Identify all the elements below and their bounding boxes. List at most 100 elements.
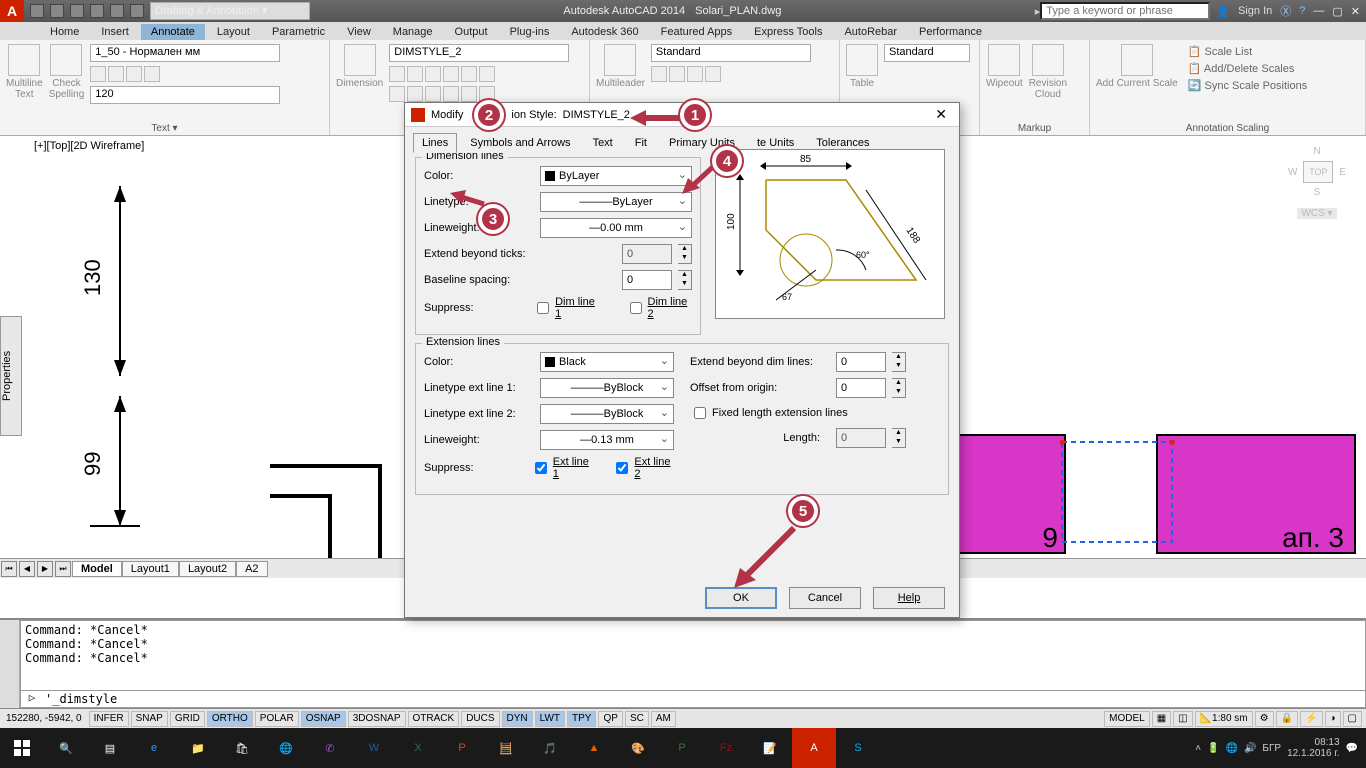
filezilla-icon[interactable]: Fz: [704, 728, 748, 768]
dim-diameter-icon[interactable]: [479, 66, 495, 82]
dim-linear-icon[interactable]: [389, 66, 405, 82]
clean-screen-icon[interactable]: ▢: [1343, 711, 1362, 727]
edge-icon[interactable]: e: [132, 728, 176, 768]
ribbon-tab-annotate[interactable]: Annotate: [141, 24, 205, 40]
maximize-icon[interactable]: ▢: [1332, 5, 1342, 18]
hardware-accel-icon[interactable]: ⚡: [1300, 711, 1322, 727]
dim-aligned-icon[interactable]: [407, 66, 423, 82]
search-icon[interactable]: 🔍: [44, 728, 88, 768]
notes-icon[interactable]: 📝: [748, 728, 792, 768]
store-icon[interactable]: 🛍: [220, 728, 264, 768]
dialog-tab-text[interactable]: Text: [584, 133, 622, 153]
dimline-linetype-dropdown[interactable]: ——— ByLayer: [540, 192, 692, 212]
scale-icon[interactable]: [126, 66, 142, 82]
layout-tab-model[interactable]: Model: [72, 561, 122, 577]
cmd-handle[interactable]: [0, 620, 20, 708]
justify-icon[interactable]: [108, 66, 124, 82]
dimline-baseline-spinner[interactable]: ▲▼: [678, 270, 692, 290]
layout-last-icon[interactable]: ⏭: [55, 561, 71, 577]
ribbon-tab-layout[interactable]: Layout: [207, 24, 260, 40]
dimline-baseline-input[interactable]: [622, 270, 672, 290]
ribbon-tab-autodesk-360[interactable]: Autodesk 360: [561, 24, 648, 40]
qat-open-icon[interactable]: [50, 4, 64, 18]
isolate-icon[interactable]: ◑: [1325, 711, 1341, 727]
minimize-icon[interactable]: —: [1313, 5, 1324, 17]
fixed-length-input[interactable]: [836, 428, 886, 448]
status-toggle-osnap[interactable]: OSNAP: [301, 711, 346, 727]
qat-undo-icon[interactable]: [110, 4, 124, 18]
sync-scale-link[interactable]: 🔄 Sync Scale Positions: [1184, 78, 1311, 93]
paint-icon[interactable]: 🎨: [616, 728, 660, 768]
layout-tab-layout2[interactable]: Layout2: [179, 561, 236, 577]
lock-ui-icon[interactable]: 🔒: [1276, 711, 1298, 727]
dim-ordinate-icon[interactable]: [425, 86, 441, 102]
close-icon[interactable]: ✕: [1351, 5, 1360, 18]
layout-tab-a2[interactable]: A2: [236, 561, 267, 577]
field-icon[interactable]: [144, 66, 160, 82]
ribbon-tab-performance[interactable]: Performance: [909, 24, 992, 40]
tray-battery-icon[interactable]: 🔋: [1207, 743, 1219, 754]
extline2-linetype-dropdown[interactable]: ——— ByBlock: [540, 404, 674, 424]
vlc-icon[interactable]: ▲: [572, 728, 616, 768]
dimension-button[interactable]: Dimension: [336, 44, 383, 102]
extend-beyond-input[interactable]: [836, 352, 886, 372]
dimline-color-dropdown[interactable]: ByLayer: [540, 166, 692, 186]
ribbon-tab-view[interactable]: View: [337, 24, 381, 40]
dim-baseline-icon[interactable]: [407, 86, 423, 102]
excel-icon[interactable]: X: [396, 728, 440, 768]
quickview-icon[interactable]: ◫: [1173, 711, 1192, 727]
app-menu-icon[interactable]: A: [0, 0, 24, 22]
dim-continue-icon[interactable]: [389, 86, 405, 102]
ribbon-tab-autorebar[interactable]: AutoRebar: [834, 24, 907, 40]
qat-redo-icon[interactable]: [130, 4, 144, 18]
help-icon[interactable]: ?: [1299, 5, 1305, 17]
dim-radius-icon[interactable]: [461, 66, 477, 82]
table-style-dropdown[interactable]: Standard: [884, 44, 970, 62]
revcloud-button[interactable]: Revision Cloud: [1029, 44, 1067, 100]
layout-next-icon[interactable]: ▶: [37, 561, 53, 577]
dim-arc-icon[interactable]: [443, 66, 459, 82]
media-icon[interactable]: 🎵: [528, 728, 572, 768]
layout-first-icon[interactable]: ⏮: [1, 561, 17, 577]
extline-lineweight-dropdown[interactable]: — 0.13 mm: [540, 430, 674, 450]
status-toggle-polar[interactable]: POLAR: [255, 711, 299, 727]
find-icon[interactable]: [90, 66, 106, 82]
suppress-dimline2-checkbox[interactable]: Dim line 2: [626, 296, 692, 320]
add-scale-button[interactable]: Add Current Scale: [1096, 44, 1178, 93]
ribbon-tab-express-tools[interactable]: Express Tools: [744, 24, 832, 40]
exchange-icon[interactable]: Ⓧ: [1280, 3, 1291, 19]
status-toggle-am[interactable]: AM: [651, 711, 676, 727]
status-toggle-sc[interactable]: SC: [625, 711, 649, 727]
extend-beyond-spinner[interactable]: ▲▼: [892, 352, 906, 372]
qat-plot-icon[interactable]: [90, 4, 104, 18]
suppress-extline2-checkbox[interactable]: Ext line 2: [612, 456, 674, 480]
qat-save-icon[interactable]: [70, 4, 84, 18]
dimline-extend-spinner[interactable]: ▲▼: [678, 244, 692, 264]
viber-icon[interactable]: ✆: [308, 728, 352, 768]
tray-chevron-icon[interactable]: ˄: [1195, 743, 1201, 754]
offset-origin-input[interactable]: [836, 378, 886, 398]
suppress-dimline1-checkbox[interactable]: Dim line 1: [533, 296, 599, 320]
status-toggle-qp[interactable]: QP: [598, 711, 622, 727]
dimline-lineweight-dropdown[interactable]: — 0.00 mm: [540, 218, 692, 238]
fixed-length-spinner[interactable]: ▲▼: [892, 428, 906, 448]
taskview-icon[interactable]: ▤: [88, 728, 132, 768]
add-delete-scales-link[interactable]: 📋 Add/Delete Scales: [1184, 61, 1311, 76]
layout-prev-icon[interactable]: ◀: [19, 561, 35, 577]
ribbon-tab-output[interactable]: Output: [445, 24, 498, 40]
model-space-toggle[interactable]: MODEL: [1104, 711, 1150, 727]
dim-break-icon[interactable]: [461, 86, 477, 102]
grid-display-icon[interactable]: ▦: [1152, 711, 1171, 727]
signin-button[interactable]: Sign In: [1238, 5, 1272, 17]
infocenter-search[interactable]: [1040, 2, 1210, 20]
skype-icon[interactable]: S: [836, 728, 880, 768]
status-toggle-ortho[interactable]: ORTHO: [207, 711, 253, 727]
ml-collect-icon[interactable]: [705, 66, 721, 82]
command-input[interactable]: '_dimstyle: [43, 691, 1365, 707]
check-spelling-button[interactable]: Check Spelling: [49, 44, 85, 104]
ml-add-icon[interactable]: [651, 66, 667, 82]
ml-align-icon[interactable]: [687, 66, 703, 82]
multileader-button[interactable]: Multileader: [596, 44, 645, 89]
dimstyle-dropdown[interactable]: DIMSTYLE_2: [389, 44, 569, 62]
status-toggle-grid[interactable]: GRID: [170, 711, 205, 727]
